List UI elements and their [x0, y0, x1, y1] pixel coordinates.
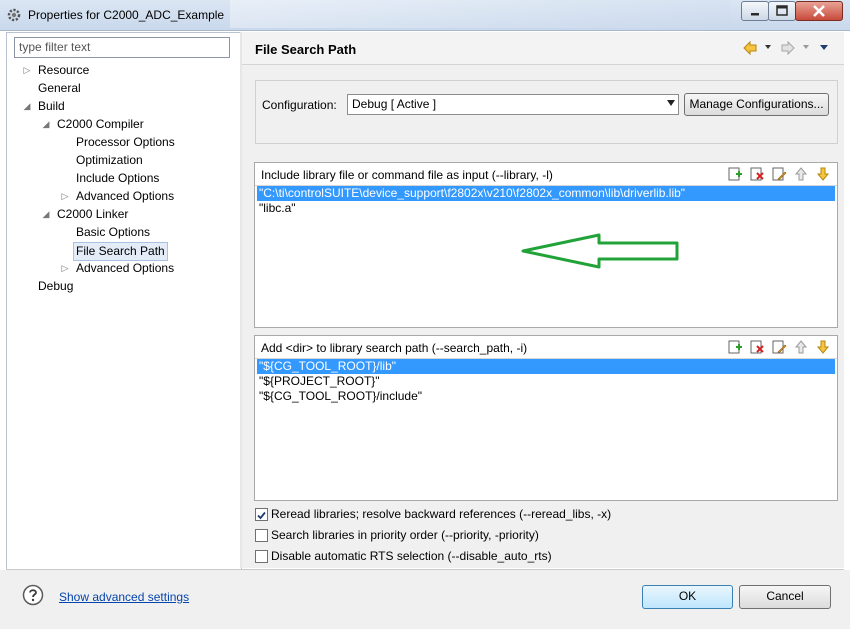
- filter-input[interactable]: [15, 38, 229, 55]
- checkbox-box[interactable]: [255, 529, 268, 542]
- tree-item-label: Optimization: [76, 153, 143, 167]
- list-toolbar: [727, 166, 831, 183]
- expand-arrow-icon[interactable]: ▷: [60, 263, 70, 273]
- cancel-button[interactable]: Cancel: [739, 585, 831, 609]
- minimize-icon: [751, 13, 759, 16]
- search-path-list-label: Add <dir> to library search path (--sear…: [261, 341, 528, 355]
- list-item[interactable]: "libc.a": [257, 201, 835, 216]
- ok-button[interactable]: OK: [642, 585, 733, 609]
- tree-item-label: Advanced Options: [76, 261, 175, 275]
- page-title: File Search Path: [255, 42, 357, 57]
- tree-item-label: C2000 Compiler: [57, 117, 144, 131]
- tree-item-label: Debug: [38, 279, 74, 293]
- maximize-icon: [776, 5, 788, 16]
- manage-configurations-button[interactable]: Manage Configurations...: [684, 93, 829, 116]
- checkbox-label: Disable automatic RTS selection (--disab…: [271, 549, 552, 563]
- collapse-arrow-icon[interactable]: ◢: [22, 101, 32, 111]
- list-toolbar: [727, 339, 831, 356]
- tree-item-label: Resource: [38, 63, 90, 77]
- add-icon[interactable]: [727, 166, 743, 182]
- edit-icon[interactable]: [771, 339, 787, 355]
- delete-icon[interactable]: [749, 339, 765, 355]
- close-icon: [813, 5, 825, 17]
- checkbox-box[interactable]: [255, 508, 268, 521]
- tree-item-label: Basic Options: [76, 225, 151, 239]
- checkbox-box[interactable]: [255, 550, 268, 563]
- chevron-down-icon: [667, 100, 675, 106]
- view-menu-icon[interactable]: [819, 42, 829, 52]
- minimize-button[interactable]: [741, 1, 769, 21]
- list-item[interactable]: "${PROJECT_ROOT}": [257, 374, 835, 389]
- configuration-label: Configuration:: [262, 98, 337, 112]
- move-down-icon[interactable]: [815, 166, 831, 182]
- forward-dropdown-icon[interactable]: [801, 42, 811, 52]
- tree-item-label: Include Options: [76, 171, 160, 185]
- tree-item-label: General: [38, 81, 81, 95]
- gear-icon: [6, 7, 22, 23]
- disable-auto-rts-checkbox[interactable]: Disable automatic RTS selection (--disab…: [255, 548, 815, 564]
- move-up-icon[interactable]: [793, 166, 809, 182]
- green-arrow-annotation: [521, 233, 679, 269]
- filter-field[interactable]: [14, 37, 230, 58]
- library-file-list[interactable]: Include library file or command file as …: [254, 162, 838, 328]
- checkmark-icon: [257, 511, 266, 520]
- add-icon[interactable]: [727, 339, 743, 355]
- window-title: Properties for C2000_ADC_Example: [28, 8, 225, 22]
- move-up-icon[interactable]: [793, 339, 809, 355]
- back-dropdown-icon[interactable]: [763, 42, 773, 52]
- move-down-icon[interactable]: [815, 339, 831, 355]
- configuration-value: Debug [ Active ]: [352, 97, 437, 111]
- reread-libraries-checkbox[interactable]: Reread libraries; resolve backward refer…: [255, 506, 815, 522]
- help-icon[interactable]: [22, 584, 44, 606]
- edit-icon[interactable]: [771, 166, 787, 182]
- expand-arrow-icon[interactable]: ▷: [22, 65, 32, 75]
- delete-icon[interactable]: [749, 166, 765, 182]
- tree-item-label: Processor Options: [76, 135, 175, 149]
- back-arrow-icon[interactable]: [742, 40, 758, 56]
- checkbox-label: Reread libraries; resolve backward refer…: [271, 507, 612, 521]
- list-header: Include library file or command file as …: [255, 163, 837, 186]
- priority-order-checkbox[interactable]: Search libraries in priority order (--pr…: [255, 527, 815, 543]
- list-item[interactable]: "${CG_TOOL_ROOT}/include": [257, 389, 835, 404]
- tree-item-label: File Search Path: [73, 242, 168, 261]
- expand-arrow-icon[interactable]: ▷: [60, 191, 70, 201]
- library-list-label: Include library file or command file as …: [261, 168, 553, 182]
- list-item[interactable]: "${CG_TOOL_ROOT}/lib": [257, 359, 835, 374]
- background-window-ghost: [230, 0, 730, 28]
- tree-item-label: C2000 Linker: [57, 207, 129, 221]
- maximize-button[interactable]: [768, 1, 796, 21]
- forward-arrow-icon[interactable]: [780, 40, 796, 56]
- tree-item-label: Build: [38, 99, 65, 113]
- show-advanced-settings-link[interactable]: Show advanced settings: [59, 590, 189, 604]
- list-header: Add <dir> to library search path (--sear…: [255, 336, 837, 359]
- tree-item-label: Advanced Options: [76, 189, 175, 203]
- library-search-path-list[interactable]: Add <dir> to library search path (--sear…: [254, 335, 838, 501]
- configuration-select[interactable]: Debug [ Active ]: [347, 94, 679, 115]
- collapse-arrow-icon[interactable]: ◢: [41, 209, 51, 219]
- close-button[interactable]: [795, 1, 843, 21]
- list-item[interactable]: "C:\ti\controlSUITE\device_support\f2802…: [257, 186, 835, 201]
- checkbox-label: Search libraries in priority order (--pr…: [271, 528, 539, 542]
- collapse-arrow-icon[interactable]: ◢: [41, 119, 51, 129]
